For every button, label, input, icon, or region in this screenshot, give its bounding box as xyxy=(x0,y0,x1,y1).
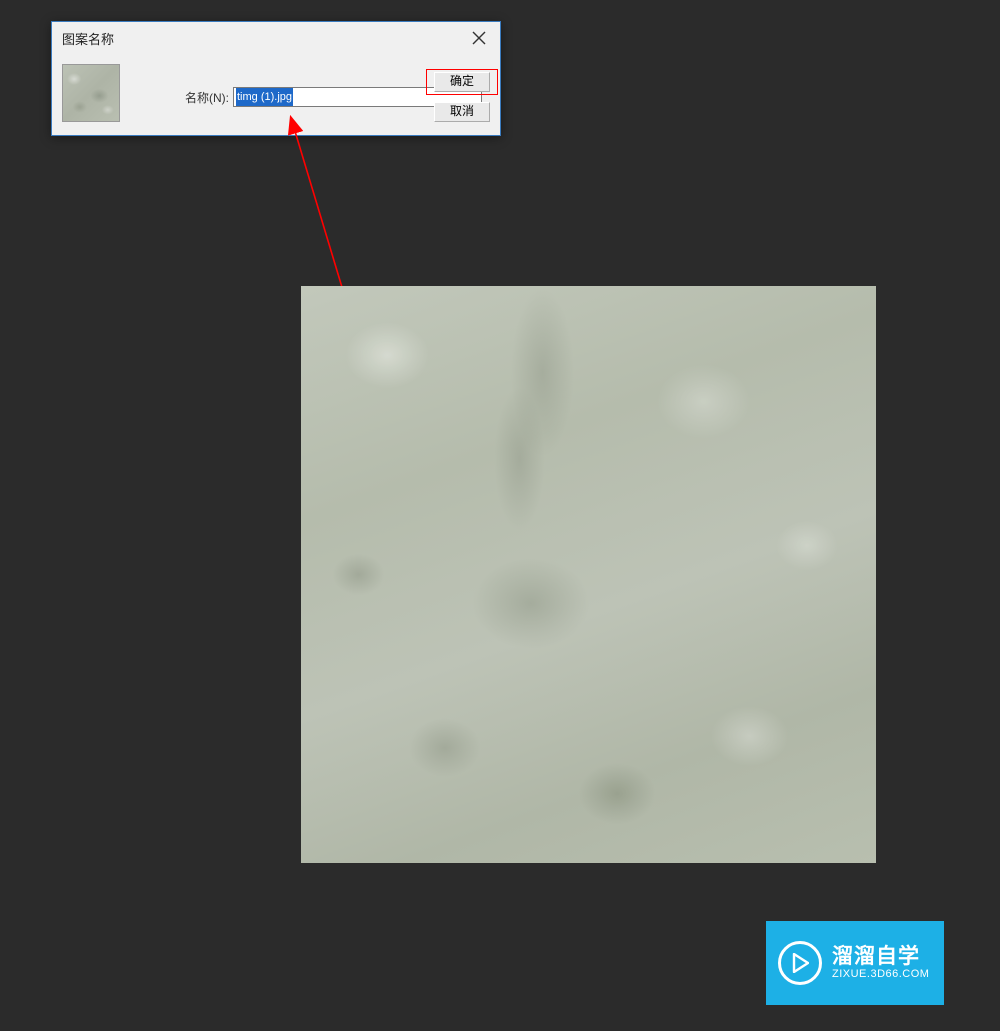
close-button[interactable] xyxy=(458,22,500,54)
name-input-value: timg (1).jpg xyxy=(236,88,293,106)
close-icon xyxy=(472,31,486,45)
name-label: 名称(N): xyxy=(185,89,229,106)
ok-button[interactable]: 确定 xyxy=(434,72,490,92)
watermark-badge: 溜溜自学 ZIXUE.3D66.COM xyxy=(766,921,944,1005)
dialog-title: 图案名称 xyxy=(62,29,114,48)
document-canvas[interactable] xyxy=(301,286,876,863)
watermark-text: 溜溜自学 ZIXUE.3D66.COM xyxy=(832,945,929,981)
play-icon xyxy=(778,941,822,985)
watermark-title: 溜溜自学 xyxy=(832,945,929,968)
ok-highlight-box: 确定 xyxy=(426,69,498,95)
dialog-titlebar[interactable]: 图案名称 xyxy=(52,22,500,54)
texture-preview xyxy=(63,65,119,121)
watermark-subtitle: ZIXUE.3D66.COM xyxy=(832,968,929,981)
dialog-body: 名称(N): timg (1).jpg 确定 取消 xyxy=(52,54,500,134)
texture-image xyxy=(301,286,876,863)
dialog-buttons: 确定 取消 xyxy=(434,72,490,122)
pattern-name-dialog: 图案名称 名称(N): timg (1).jpg 确定 取消 xyxy=(51,21,501,136)
pattern-thumbnail xyxy=(62,64,120,122)
cancel-button[interactable]: 取消 xyxy=(434,102,490,122)
